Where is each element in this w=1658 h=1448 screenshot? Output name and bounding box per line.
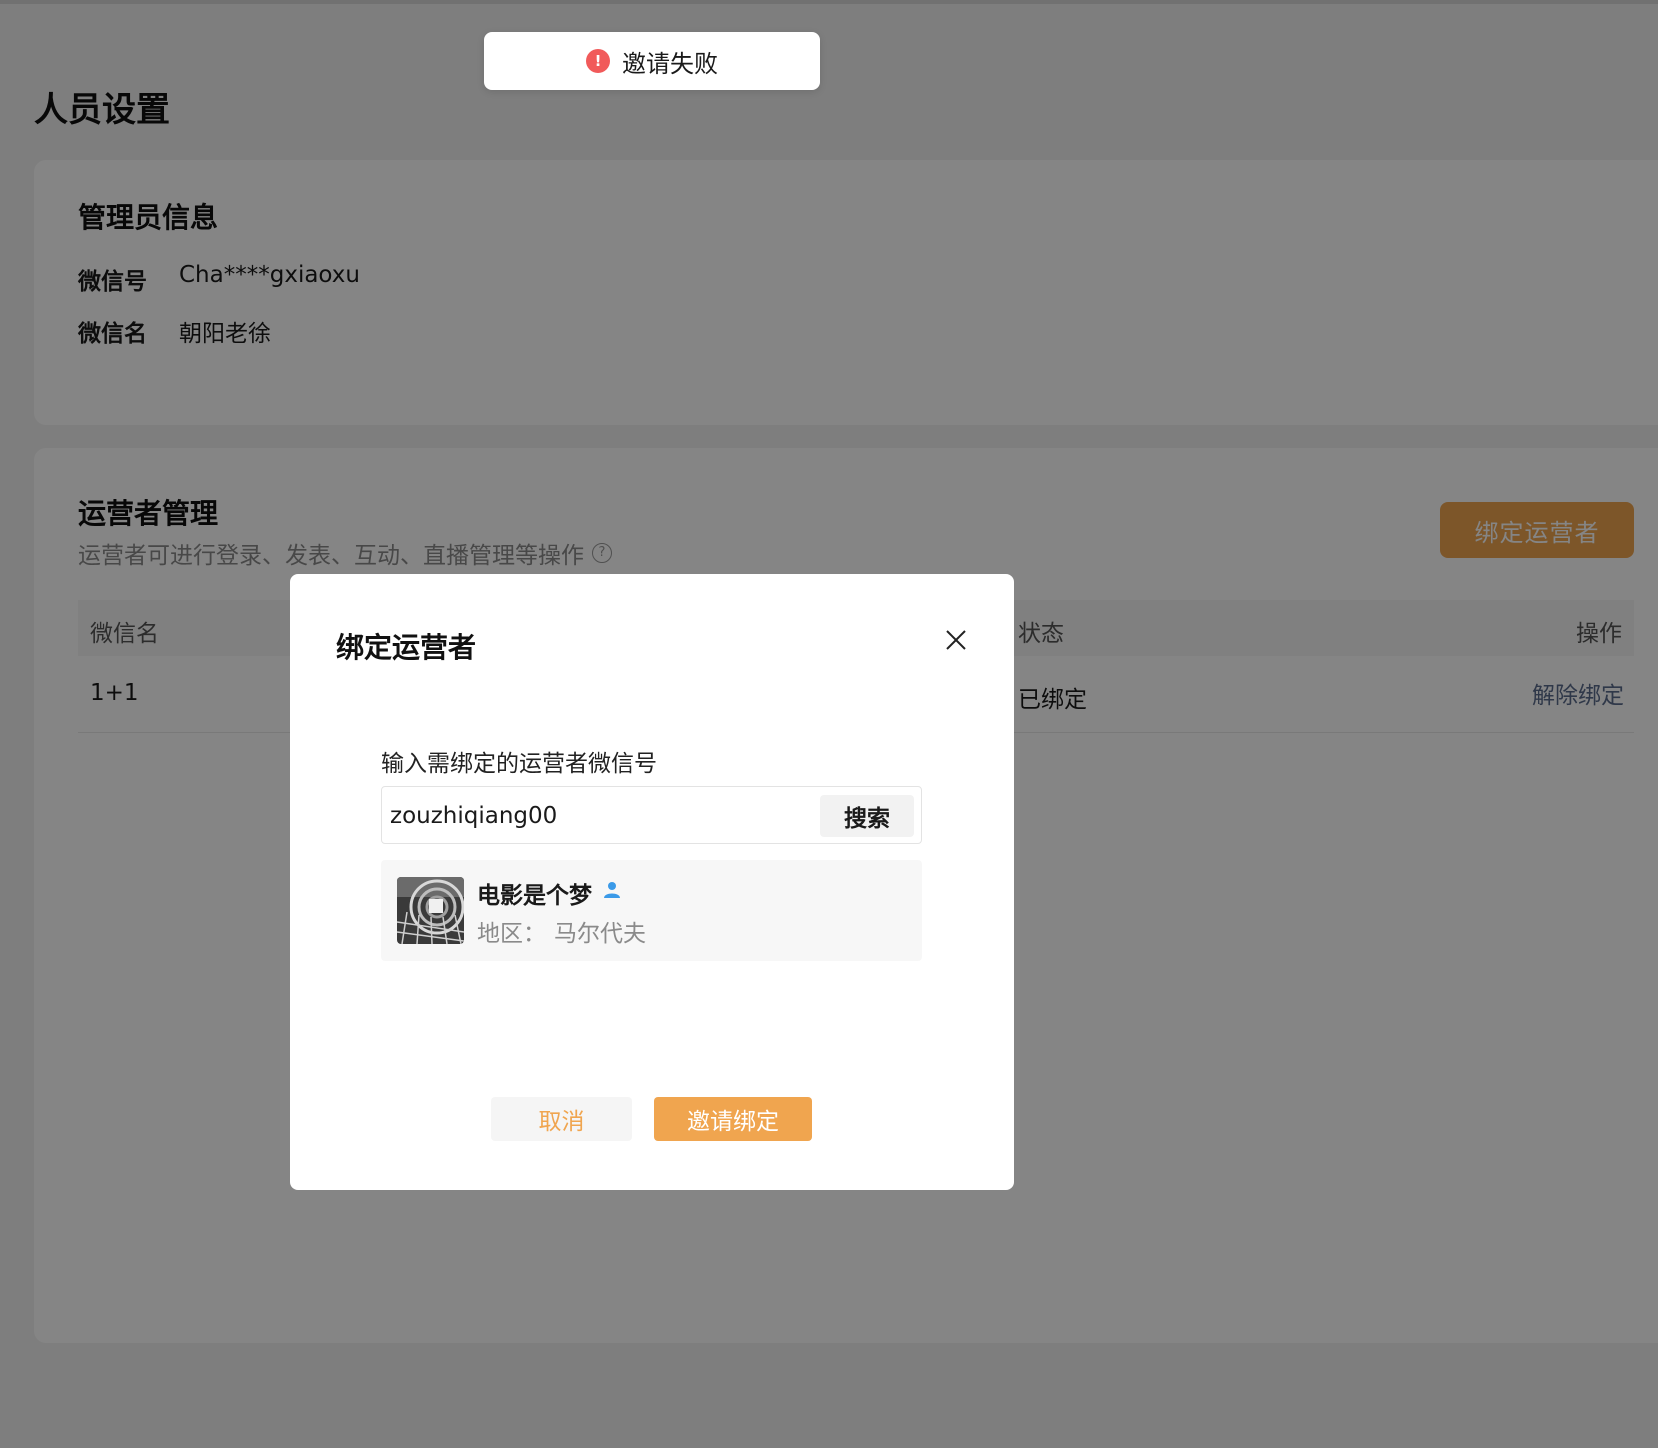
toast-message: 邀请失败 [622, 49, 718, 78]
error-icon: ! [586, 49, 610, 73]
person-icon [602, 880, 622, 906]
wechat-id-input[interactable] [382, 787, 832, 844]
result-name: 电影是个梦 [477, 883, 592, 909]
close-icon[interactable] [942, 626, 970, 654]
bind-operator-dialog: 绑定运营者 输入需绑定的运营者微信号 搜索 [290, 574, 1014, 1190]
search-button[interactable]: 搜索 [820, 795, 914, 837]
result-name-row: 电影是个梦 [477, 876, 622, 910]
region-value: 马尔代夫 [554, 921, 646, 947]
dialog-title: 绑定运营者 [336, 631, 477, 664]
avatar [397, 877, 464, 944]
search-box: 搜索 [381, 786, 922, 844]
search-result-item[interactable]: 电影是个梦 地区： 马尔代夫 [381, 860, 922, 961]
region-label: 地区： [477, 921, 546, 947]
field-label: 输入需绑定的运营者微信号 [381, 751, 657, 777]
error-toast: ! 邀请失败 [484, 32, 820, 90]
cancel-button[interactable]: 取消 [491, 1097, 632, 1141]
invite-bind-button[interactable]: 邀请绑定 [654, 1097, 812, 1141]
result-region: 地区： 马尔代夫 [477, 914, 646, 948]
